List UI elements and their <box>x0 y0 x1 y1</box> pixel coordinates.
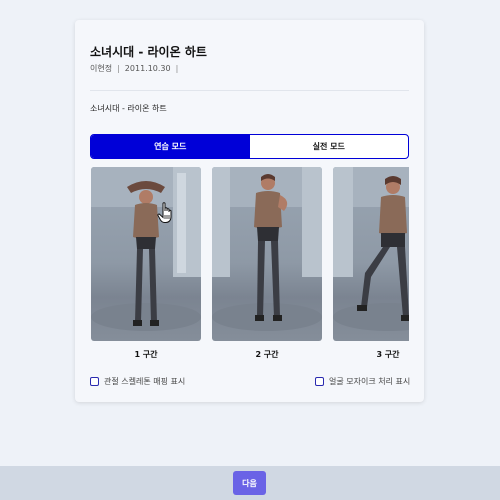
segment-card-1[interactable]: 1 구간 <box>91 167 201 360</box>
song-subtitle: 소녀시대 - 라이온 하트 <box>90 104 167 113</box>
skeleton-option[interactable]: 관절 스켈레톤 매핑 표시 <box>90 376 185 387</box>
author-name: 이현정 <box>90 64 113 73</box>
segment-card-2[interactable]: 2 구간 <box>212 167 322 360</box>
song-title: 소녀시대 - 라이온 하트 <box>90 45 207 59</box>
meta-separator: | <box>175 64 179 73</box>
segment-card-3[interactable]: 3 구간 <box>333 167 409 360</box>
next-button[interactable]: 다음 <box>233 471 266 495</box>
mode-toggle: 연습 모드 실전 모드 <box>90 134 409 159</box>
segment-thumbnail <box>333 167 409 341</box>
segment-label: 3 구간 <box>376 350 400 359</box>
segment-list: 1 구간 2 구간 3 구간 <box>91 167 409 367</box>
song-meta: 이현정 | 2011.10.30 | <box>90 63 183 74</box>
footer-bar: 다음 <box>0 466 500 500</box>
skeleton-option-label: 관절 스켈레톤 매핑 표시 <box>104 377 186 386</box>
live-mode-button[interactable]: 실전 모드 <box>250 135 409 158</box>
skeleton-checkbox[interactable] <box>90 377 99 386</box>
song-card: 소녀시대 - 라이온 하트 이현정 | 2011.10.30 | 소녀시대 - 라이온… <box>75 20 424 402</box>
segment-thumbnail <box>212 167 322 341</box>
segment-label: 1 구간 <box>134 350 158 359</box>
practice-mode-button[interactable]: 연습 모드 <box>91 135 250 158</box>
mosaic-checkbox[interactable] <box>315 377 324 386</box>
hand-cursor-icon <box>157 202 175 228</box>
divider <box>90 90 409 91</box>
mosaic-option-label: 얼굴 모자이크 처리 표시 <box>329 377 411 386</box>
upload-date: 2011.10.30 <box>124 64 171 73</box>
segment-label: 2 구간 <box>255 350 279 359</box>
segment-thumbnail <box>91 167 201 341</box>
meta-separator: | <box>117 64 120 73</box>
mosaic-option[interactable]: 얼굴 모자이크 처리 표시 <box>315 376 410 387</box>
